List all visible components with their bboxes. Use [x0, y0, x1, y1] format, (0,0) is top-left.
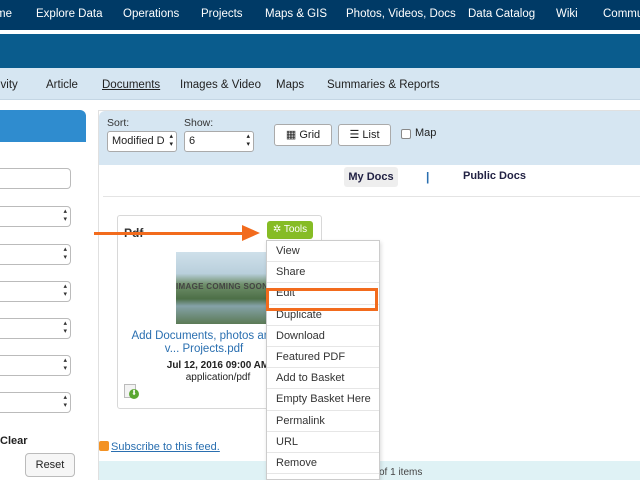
tab-my-docs[interactable]: My Docs	[344, 167, 398, 187]
tab-activity[interactable]: ivity	[0, 79, 18, 91]
tab-public-docs[interactable]: Public Docs	[463, 170, 526, 182]
subscribe-label: Subscribe to this feed.	[111, 441, 220, 453]
grid-view-button[interactable]: ▦ Grid	[274, 124, 332, 146]
grid-icon: ▦	[285, 129, 297, 141]
nav-item-maps-gis[interactable]: Maps & GIS	[265, 8, 327, 20]
view-toolbar: Sort: Modified D ▴ ▾ Show: 6 ▴ ▾ ▦ Grid …	[99, 111, 640, 165]
annotation-arrow-head	[242, 225, 260, 241]
filter-select-2[interactable]	[0, 244, 71, 265]
map-label: Map	[415, 127, 437, 139]
menu-item-view[interactable]: View	[267, 241, 379, 263]
filter-select-6[interactable]	[0, 392, 71, 413]
tools-button[interactable]: ✲ Tools	[267, 221, 313, 239]
menu-item-empty-basket-here[interactable]: Empty Basket Here	[267, 389, 379, 411]
thumbnail-placeholder-text: IMAGE COMING SOON	[176, 282, 269, 291]
map-checkbox[interactable]	[401, 129, 411, 139]
menu-item-permalink[interactable]: Permalink	[267, 411, 379, 432]
filter-search-input[interactable]	[0, 168, 71, 189]
pagination-count: of 1 items	[379, 467, 423, 478]
select-arrows-icon: ▴ ▾	[246, 133, 250, 148]
annotation-arrow-line	[94, 232, 244, 235]
grid-view-label: Grid	[299, 129, 321, 141]
filter-select-1[interactable]	[0, 206, 71, 227]
tab-documents[interactable]: Documents	[102, 79, 160, 91]
show-label: Show:	[184, 117, 214, 129]
filter-select-4[interactable]	[0, 318, 71, 339]
filter-panel-header	[0, 110, 86, 142]
sort-label: Sort:	[107, 117, 130, 129]
tab-article[interactable]: Article	[46, 79, 78, 91]
list-view-label: List	[362, 129, 380, 141]
menu-item-remove[interactable]: Remove	[267, 453, 379, 475]
download-icon[interactable]: ⬇	[129, 389, 139, 399]
clear-link[interactable]: Clear	[0, 435, 28, 447]
show-select[interactable]: 6 ▴ ▾	[184, 131, 254, 152]
gear-icon: ✲	[272, 224, 282, 235]
tools-label: Tools	[283, 224, 308, 235]
document-thumbnail[interactable]: IMAGE COMING SOON	[176, 252, 276, 324]
sort-select-value: Modified D	[112, 135, 165, 147]
nav-item-wiki[interactable]: Wiki	[556, 8, 578, 20]
menu-item-download[interactable]: Download	[267, 326, 379, 347]
tab-images-video[interactable]: Images & Video	[180, 79, 261, 91]
rss-icon	[99, 441, 109, 451]
tab-separator: |	[426, 170, 430, 184]
menu-item-featured-pdf[interactable]: Featured PDF	[267, 347, 379, 369]
nav-item-photos-videos-docs[interactable]: Photos, Videos, Docs	[346, 8, 456, 20]
menu-item-share[interactable]: Share	[267, 262, 379, 284]
nav-item-community[interactable]: Commu	[603, 8, 640, 20]
filter-select-5[interactable]	[0, 355, 71, 376]
menu-item-url[interactable]: URL	[267, 432, 379, 453]
document-title-link[interactable]: Add Documents, photos and v... Projects.…	[124, 330, 284, 356]
edit-highlight-box	[266, 288, 378, 311]
list-view-button[interactable]: ☰ List	[338, 124, 391, 146]
tab-summaries-reports[interactable]: Summaries & Reports	[327, 79, 439, 91]
tab-maps[interactable]: Maps	[276, 79, 304, 91]
show-select-value: 6	[189, 135, 196, 147]
nav-item-projects[interactable]: Projects	[201, 8, 243, 20]
filter-panel: Clear Reset	[0, 110, 88, 480]
nav-item-explore-data[interactable]: Explore Data	[36, 8, 102, 20]
nav-item-home[interactable]: me	[0, 8, 12, 20]
reset-button[interactable]: Reset	[25, 453, 75, 477]
section-tabs: ivity Article Documents Images & Video M…	[0, 68, 640, 100]
sort-select[interactable]: Modified D ▴ ▾	[107, 131, 177, 152]
select-arrows-icon: ▴ ▾	[169, 133, 173, 148]
subscribe-link[interactable]: Subscribe to this feed.	[99, 441, 220, 453]
nav-item-operations[interactable]: Operations	[123, 8, 179, 20]
header-banner	[0, 34, 640, 68]
tools-menu: View Share Edit Duplicate Download Featu…	[266, 240, 380, 480]
list-icon: ☰	[349, 129, 360, 141]
menu-item-add-to-basket[interactable]: Add to Basket	[267, 368, 379, 390]
nav-item-data-catalog[interactable]: Data Catalog	[468, 8, 535, 20]
top-navigation: me Explore Data Operations Projects Maps…	[0, 0, 640, 30]
divider	[103, 196, 640, 197]
filter-select-3[interactable]	[0, 281, 71, 302]
